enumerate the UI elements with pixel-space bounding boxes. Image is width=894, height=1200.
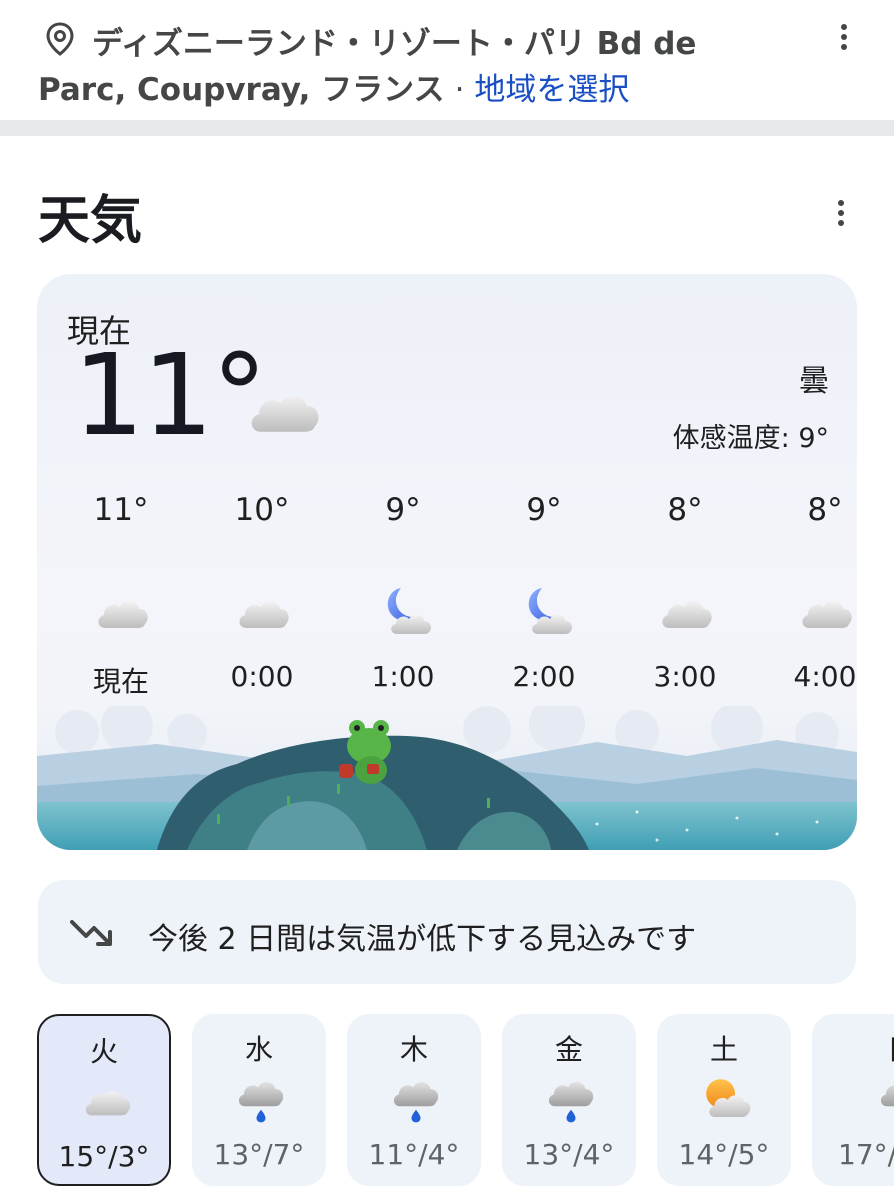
- location-pin-icon: [46, 22, 74, 56]
- trend-text: 今後 2 日間は気温が低下する見込みです: [148, 922, 697, 957]
- location-name-line2-text: Parc, Coupvray, フランス: [38, 72, 445, 108]
- hourly-item[interactable]: 11° 現在: [51, 492, 191, 702]
- location-bar: ディズニーランド・リゾート・パリ Bd de Parc, Coupvray, フ…: [0, 0, 894, 120]
- hourly-item[interactable]: 8° 4:00: [755, 492, 857, 702]
- hourly-time: 1:00: [371, 660, 435, 693]
- day-temp-range: 11°/4°: [368, 1138, 460, 1171]
- location-separator: ·: [454, 72, 465, 108]
- hourly-time: 現在: [92, 665, 149, 698]
- day-temp-range: 13°/7°: [213, 1138, 305, 1171]
- cloud-icon: [93, 584, 153, 640]
- rain-icon: [234, 1072, 288, 1126]
- daily-item[interactable]: 日 17°/: [812, 1014, 894, 1186]
- rain-icon: [389, 1072, 443, 1126]
- temperature-trend-banner: 今後 2 日間は気温が低下する見込みです: [38, 880, 856, 984]
- cloud-icon: [243, 372, 327, 448]
- current-weather-card: 現在 11° 曇 体感温度: 9° 11° 現在 10° 0:00 9° 1:0…: [37, 274, 857, 850]
- rain-icon: [544, 1072, 598, 1126]
- hourly-item[interactable]: 8° 3:00: [615, 492, 755, 702]
- daily-forecast[interactable]: 火 15°/3° 水 13°/7° 木 11°/4° 金 13°/4° 土 14…: [0, 1014, 894, 1188]
- location-name-line1: ディズニーランド・リゾート・パリ Bd de: [92, 26, 697, 62]
- partly-cloudy-icon: [699, 1072, 753, 1126]
- daily-item[interactable]: 火 15°/3°: [37, 1014, 171, 1186]
- day-name: 木: [399, 1033, 428, 1066]
- frog-landscape-illustration: [37, 706, 857, 850]
- day-name: 土: [709, 1033, 738, 1066]
- hourly-temp: 8°: [807, 492, 843, 528]
- day-temp-range: 17°/: [838, 1138, 894, 1171]
- day-temp-range: 15°/3°: [58, 1140, 150, 1173]
- hourly-temp: 9°: [385, 492, 421, 528]
- hourly-temp: 9°: [526, 492, 562, 528]
- location-name-line2: Parc, Coupvray, フランス · 地域を選択: [38, 64, 629, 109]
- hourly-item[interactable]: 9° 2:00: [474, 492, 614, 702]
- weather-title: 天気: [38, 191, 143, 251]
- day-name: 水: [244, 1033, 273, 1066]
- hourly-temp: 11°: [93, 492, 149, 528]
- cloud-icon: [797, 584, 857, 640]
- daily-item[interactable]: 土 14°/5°: [657, 1014, 791, 1186]
- hourly-item[interactable]: 9° 1:00: [333, 492, 473, 702]
- trending-down-icon: [70, 920, 112, 946]
- hourly-time: 0:00: [230, 660, 294, 693]
- daily-item[interactable]: 水 13°/7°: [192, 1014, 326, 1186]
- section-divider: [0, 120, 894, 136]
- cloud-icon: [234, 584, 294, 640]
- feels-like-temperature: 体感温度: 9°: [672, 423, 829, 454]
- hourly-time: 3:00: [653, 660, 717, 693]
- cloud-icon: [81, 1074, 135, 1128]
- hourly-forecast[interactable]: 11° 現在 10° 0:00 9° 1:00 9° 2:00 8° 3:00 …: [37, 492, 857, 702]
- weather-more-options-icon[interactable]: [837, 200, 845, 230]
- cloud-icon: [657, 584, 717, 640]
- day-temp-range: 13°/4°: [523, 1138, 615, 1171]
- day-temp-range: 14°/5°: [678, 1138, 770, 1171]
- rain-icon: [876, 1072, 894, 1126]
- daily-item[interactable]: 木 11°/4°: [347, 1014, 481, 1186]
- hourly-time: 2:00: [512, 660, 576, 693]
- hourly-time: 4:00: [793, 660, 857, 693]
- current-condition: 曇: [799, 364, 829, 399]
- hourly-temp: 10°: [234, 492, 290, 528]
- day-name: 火: [89, 1035, 118, 1068]
- current-temperature: 11°: [73, 331, 268, 461]
- day-name: 日: [834, 1028, 894, 1068]
- hourly-temp: 8°: [667, 492, 703, 528]
- moon-cloud-icon: [516, 584, 576, 640]
- day-name: 金: [554, 1033, 583, 1066]
- hourly-item[interactable]: 10° 0:00: [192, 492, 332, 702]
- change-location-link[interactable]: 地域を選択: [474, 72, 629, 108]
- daily-item[interactable]: 金 13°/4°: [502, 1014, 636, 1186]
- moon-cloud-icon: [375, 584, 435, 640]
- location-more-options-icon[interactable]: [840, 24, 848, 54]
